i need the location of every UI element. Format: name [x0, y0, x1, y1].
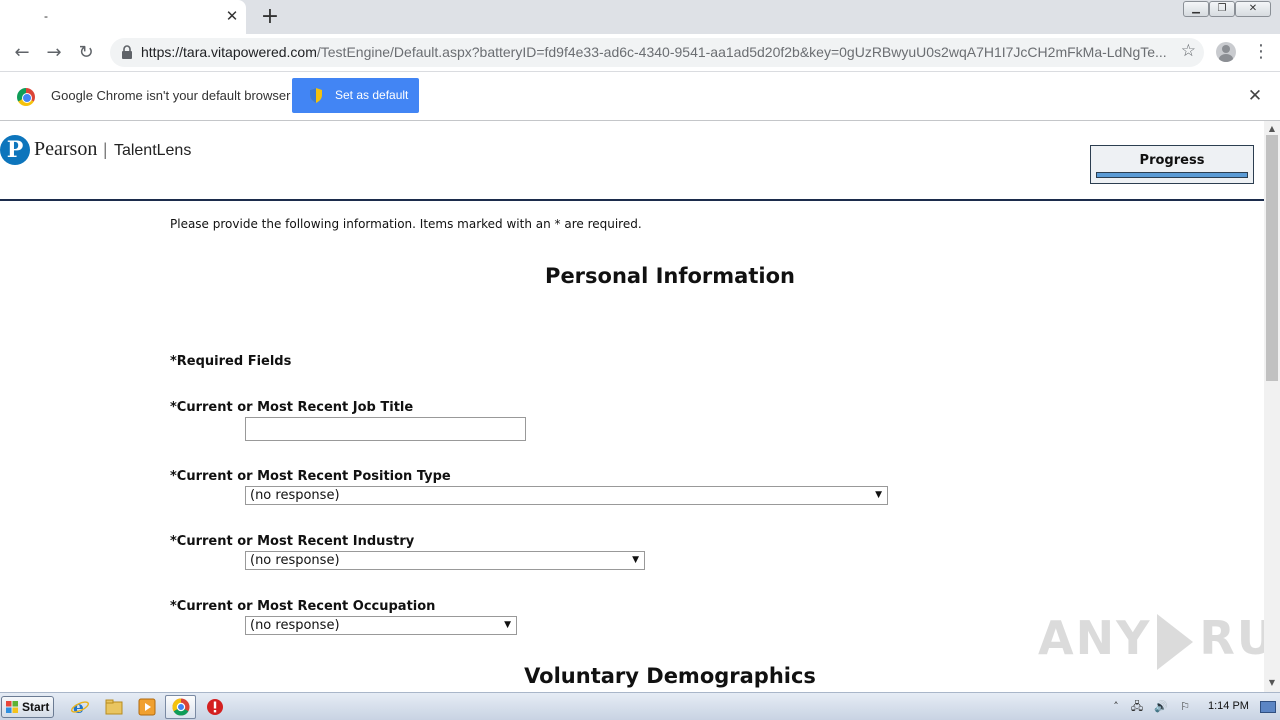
instructions-text: Please provide the following information…: [170, 217, 642, 231]
required-fields-note: *Required Fields: [170, 354, 292, 369]
forward-arrow-icon[interactable]: →: [42, 41, 66, 65]
dropdown-arrow-icon: ▼: [875, 490, 882, 500]
windows-taskbar: Start e ˄ 🖧 🔊 ⚐ 1:14 PM: [0, 692, 1280, 720]
new-tab-button[interactable]: +: [258, 4, 282, 30]
position-type-label: *Current or Most Recent Position Type: [170, 469, 451, 484]
brand-name: Pearson: [34, 138, 98, 160]
industry-label: *Current or Most Recent Industry: [170, 534, 415, 549]
show-hidden-icons-icon[interactable]: ˄: [1109, 700, 1123, 714]
header-divider: [0, 199, 1264, 201]
tab-title: -: [44, 9, 48, 23]
pearson-logo-icon: P: [0, 135, 30, 165]
profile-avatar-icon[interactable]: [1216, 42, 1236, 62]
brand-logo: Pearson | TalentLens: [34, 138, 191, 161]
progress-track: [1096, 172, 1248, 178]
svg-text:e: e: [73, 698, 84, 717]
start-label: Start: [22, 700, 50, 714]
lock-icon: [122, 45, 132, 59]
scroll-up-arrow-icon[interactable]: ▲: [1267, 124, 1277, 134]
page-content: P Pearson | TalentLens Progress Please pro…: [0, 121, 1264, 692]
occupation-select[interactable]: (no response) ▼: [245, 616, 517, 635]
chrome-menu-icon[interactable]: ⋮: [1252, 41, 1270, 63]
position-type-select[interactable]: (no response) ▼: [245, 486, 888, 505]
section-heading-demographics: Voluntary Demographics: [524, 664, 816, 688]
address-bar[interactable]: https://tara.vitapowered.com/TestEngine/…: [110, 38, 1204, 67]
url-host: https://tara.vitapowered.com: [141, 44, 317, 60]
default-browser-infobar: Google Chrome isn't your default browser…: [0, 71, 1280, 121]
watermark-right: RUN: [1199, 611, 1264, 665]
volume-icon[interactable]: 🔊: [1154, 700, 1168, 714]
chrome-logo-icon: [17, 88, 35, 106]
chrome-icon: [172, 698, 190, 716]
scroll-thumb[interactable]: [1266, 135, 1278, 381]
tab-close-icon[interactable]: ✕: [224, 7, 240, 25]
infobar-close-icon[interactable]: ✕: [1246, 86, 1264, 106]
bookmark-star-icon[interactable]: ☆: [1181, 41, 1196, 61]
watermark-left: ANY: [1038, 611, 1152, 665]
set-as-default-button[interactable]: Set as default: [292, 78, 419, 113]
browser-tab[interactable]: - ✕: [0, 0, 246, 34]
brand-sub: TalentLens: [113, 142, 192, 159]
progress-fill: [1097, 173, 1247, 177]
internet-explorer-icon[interactable]: e: [70, 697, 90, 717]
industry-select[interactable]: (no response) ▼: [245, 551, 645, 570]
windows-flag-icon: [6, 701, 18, 713]
back-arrow-icon[interactable]: ←: [10, 41, 34, 65]
close-window-button[interactable]: ✕: [1235, 1, 1271, 17]
set-as-default-label: Set as default: [335, 88, 409, 102]
action-center-flag-icon[interactable]: ⚐: [1178, 700, 1192, 714]
tab-strip: - ✕ + ▁ ❐ ✕: [0, 0, 1280, 34]
minimize-button[interactable]: ▁: [1183, 1, 1209, 17]
file-explorer-icon[interactable]: [104, 697, 124, 717]
media-player-icon[interactable]: [137, 697, 157, 717]
browser-toolbar: ← → ↻ https://tara.vitapowered.com/TestE…: [0, 34, 1280, 71]
watermark-play-icon: [1157, 613, 1194, 670]
progress-indicator: Progress: [1090, 145, 1254, 184]
url-path: /TestEngine/Default.aspx?batteryID=fd9f4…: [316, 44, 1167, 60]
job-title-input[interactable]: [245, 417, 526, 441]
occupation-value: (no response): [250, 618, 340, 633]
dropdown-arrow-icon: ▼: [632, 555, 639, 565]
show-desktop-button[interactable]: [1260, 701, 1276, 713]
occupation-label: *Current or Most Recent Occupation: [170, 599, 436, 614]
progress-label: Progress: [1139, 153, 1205, 168]
stop-error-icon[interactable]: [205, 697, 225, 717]
page-title: Personal Information: [545, 264, 795, 288]
infobar-text: Google Chrome isn't your default browser: [51, 88, 291, 103]
brand-separator: |: [103, 139, 107, 159]
industry-value: (no response): [250, 553, 340, 568]
reload-icon[interactable]: ↻: [74, 41, 98, 65]
job-title-label: *Current or Most Recent Job Title: [170, 400, 414, 415]
uac-shield-icon: [310, 88, 322, 103]
start-button[interactable]: Start: [1, 696, 54, 718]
url-text[interactable]: https://tara.vitapowered.com/TestEngine/…: [141, 44, 1171, 60]
position-type-value: (no response): [250, 488, 340, 503]
scroll-down-arrow-icon[interactable]: ▼: [1267, 678, 1277, 688]
network-icon[interactable]: 🖧: [1130, 700, 1144, 714]
anyrun-watermark: ANY RUN: [1038, 611, 1264, 670]
dropdown-arrow-icon: ▼: [504, 620, 511, 630]
restore-button[interactable]: ❐: [1209, 1, 1235, 17]
taskbar-clock[interactable]: 1:14 PM: [1208, 700, 1249, 712]
page-scrollbar[interactable]: ▲ ▼: [1264, 121, 1280, 692]
chrome-taskbar-button[interactable]: [165, 695, 196, 719]
